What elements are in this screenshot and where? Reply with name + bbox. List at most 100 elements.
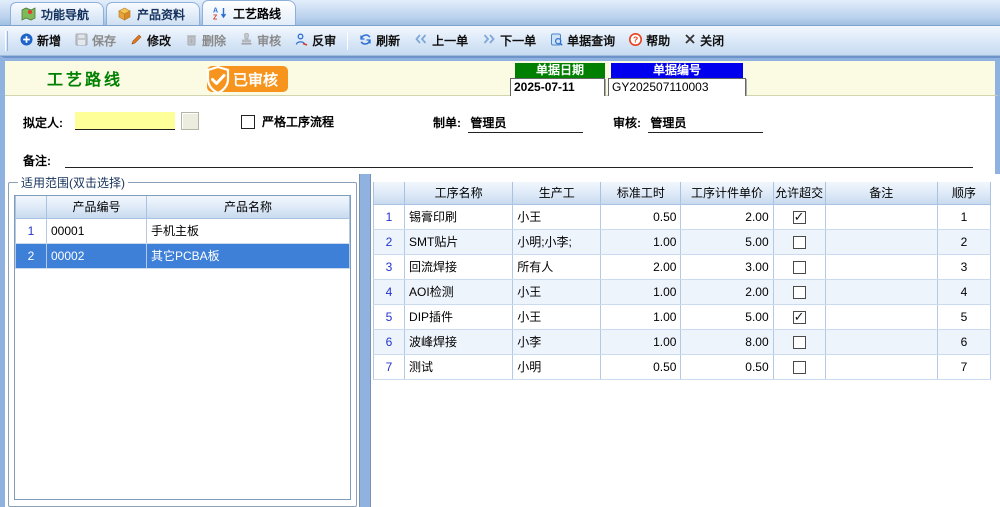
worker-cell[interactable]: 小王 (513, 204, 601, 229)
remark-input[interactable] (65, 153, 973, 168)
worker-cell[interactable]: 小王 (513, 279, 601, 304)
remark-header[interactable]: 备注 (825, 182, 937, 204)
document-header-band: 工艺路线 已审核 单据日期 2025-07-11 单据编号 GY20250711… (5, 58, 1000, 96)
piece-price-cell[interactable]: 2.00 (681, 204, 773, 229)
audit-button[interactable]: 审核 (234, 29, 287, 52)
process-name-cell[interactable]: DIP插件 (405, 304, 513, 329)
process-name-cell[interactable]: 锡膏印刷 (405, 204, 513, 229)
allow-overdelivery-checkbox[interactable] (793, 236, 806, 249)
allow-overdelivery-checkbox[interactable] (793, 261, 806, 274)
remark-cell[interactable] (825, 304, 937, 329)
shield-check-icon (203, 64, 233, 96)
piece-price-cell[interactable]: 8.00 (681, 329, 773, 354)
std-hours-header[interactable]: 标准工时 (601, 182, 681, 204)
std-hours-cell[interactable]: 1.00 (601, 329, 681, 354)
unaudit-button[interactable]: 反审 (289, 29, 342, 52)
remark-cell[interactable] (825, 329, 937, 354)
process-name-cell[interactable]: 波峰焊接 (405, 329, 513, 354)
next-doc-button[interactable]: 下一单 (476, 29, 542, 52)
std-hours-cell[interactable]: 2.00 (601, 254, 681, 279)
process-row[interactable]: 3 回流焊接 所有人 2.00 3.00 3 (374, 254, 991, 279)
remark-cell[interactable] (825, 229, 937, 254)
std-hours-cell[interactable]: 1.00 (601, 304, 681, 329)
product-code-header[interactable]: 产品编号 (47, 196, 147, 218)
std-hours-cell[interactable]: 1.00 (601, 229, 681, 254)
save-button[interactable]: 保存 (69, 29, 122, 52)
worker-cell[interactable]: 小李 (513, 329, 601, 354)
piece-price-cell[interactable]: 2.00 (681, 279, 773, 304)
piece-price-cell[interactable]: 3.00 (681, 254, 773, 279)
process-row[interactable]: 7 测试 小明 0.50 0.50 7 (374, 354, 991, 379)
piece-price-cell[interactable]: 0.50 (681, 354, 773, 379)
allow-overdelivery-cell (773, 279, 825, 304)
new-button[interactable]: 新增 (14, 29, 67, 52)
std-hours-cell[interactable]: 1.00 (601, 279, 681, 304)
process-name-cell[interactable]: SMT贴片 (405, 229, 513, 254)
product-code-cell[interactable]: 00001 (47, 218, 147, 243)
worker-header[interactable]: 生产工 (513, 182, 601, 204)
close-button[interactable]: 关闭 (678, 29, 730, 52)
process-name-header[interactable]: 工序名称 (405, 182, 513, 204)
allow-overdelivery-checkbox[interactable] (793, 286, 806, 299)
process-name-cell[interactable]: 回流焊接 (405, 254, 513, 279)
order-cell[interactable]: 6 (937, 329, 990, 354)
doc-query-button[interactable]: 单据查询 (544, 29, 621, 52)
process-row[interactable]: 1 锡膏印刷 小王 0.50 2.00 1 (374, 204, 991, 229)
scope-groupbox: 适用范围(双击选择) 产品编号 产品名称 (8, 174, 357, 507)
doc-date-value[interactable]: 2025-07-11 (510, 78, 605, 97)
remark-cell[interactable] (825, 204, 937, 229)
allow-overdelivery-checkbox[interactable] (793, 336, 806, 349)
drafter-input[interactable] (75, 112, 175, 130)
tab-function-navigation[interactable]: 功能导航 (10, 2, 104, 25)
drafter-label: 拟定人: (23, 114, 63, 131)
process-name-cell[interactable]: AOI检测 (405, 279, 513, 304)
allow-overdelivery-header[interactable]: 允许超交 (773, 182, 825, 204)
worker-cell[interactable]: 小王 (513, 304, 601, 329)
worker-cell[interactable]: 小明;小李; (513, 229, 601, 254)
process-row[interactable]: 6 波峰焊接 小李 1.00 8.00 6 (374, 329, 991, 354)
piece-price-cell[interactable]: 5.00 (681, 304, 773, 329)
product-name-cell[interactable]: 其它PCBA板 (147, 243, 350, 268)
order-cell[interactable]: 2 (937, 229, 990, 254)
process-row[interactable]: 4 AOI检测 小王 1.00 2.00 4 (374, 279, 991, 304)
product-code-cell[interactable]: 00002 (47, 243, 147, 268)
product-row[interactable]: 1 00001 手机主板 (16, 218, 350, 243)
order-cell[interactable]: 5 (937, 304, 990, 329)
row-number: 3 (374, 254, 405, 279)
order-cell[interactable]: 7 (937, 354, 990, 379)
tab-product-data[interactable]: 产品资料 (106, 2, 200, 25)
allow-overdelivery-cell (773, 254, 825, 279)
remark-cell[interactable] (825, 254, 937, 279)
doc-number-value[interactable]: GY202507110003 (608, 78, 746, 97)
process-row[interactable]: 2 SMT贴片 小明;小李; 1.00 5.00 2 (374, 229, 991, 254)
edit-button[interactable]: 修改 (124, 29, 177, 52)
product-name-cell[interactable]: 手机主板 (147, 218, 350, 243)
allow-overdelivery-checkbox[interactable] (793, 361, 806, 374)
previous-doc-button[interactable]: 上一单 (408, 29, 474, 52)
process-row[interactable]: 5 DIP插件 小王 1.00 5.00 5 (374, 304, 991, 329)
allow-overdelivery-checkbox[interactable] (793, 311, 806, 324)
drafter-lookup-button[interactable] (181, 112, 199, 130)
allow-overdelivery-checkbox[interactable] (793, 211, 806, 224)
product-row[interactable]: 2 00002 其它PCBA板 (16, 243, 350, 268)
std-hours-cell[interactable]: 0.50 (601, 204, 681, 229)
remark-cell[interactable] (825, 354, 937, 379)
remark-cell[interactable] (825, 279, 937, 304)
piece-price-cell[interactable]: 5.00 (681, 229, 773, 254)
process-name-cell[interactable]: 测试 (405, 354, 513, 379)
product-name-header[interactable]: 产品名称 (147, 196, 350, 218)
help-button[interactable]: ? 帮助 (623, 29, 676, 52)
order-header[interactable]: 顺序 (937, 182, 990, 204)
tab-process-route[interactable]: AZ 工艺路线 (202, 0, 296, 25)
order-cell[interactable]: 4 (937, 279, 990, 304)
panel-splitter[interactable] (359, 174, 371, 507)
order-cell[interactable]: 3 (937, 254, 990, 279)
refresh-button[interactable]: 刷新 (353, 29, 406, 52)
delete-button[interactable]: 删除 (179, 29, 232, 52)
std-hours-cell[interactable]: 0.50 (601, 354, 681, 379)
piece-price-header[interactable]: 工序计件单价 (681, 182, 773, 204)
strict-process-checkbox[interactable] (241, 115, 255, 129)
order-cell[interactable]: 1 (937, 204, 990, 229)
worker-cell[interactable]: 所有人 (513, 254, 601, 279)
worker-cell[interactable]: 小明 (513, 354, 601, 379)
